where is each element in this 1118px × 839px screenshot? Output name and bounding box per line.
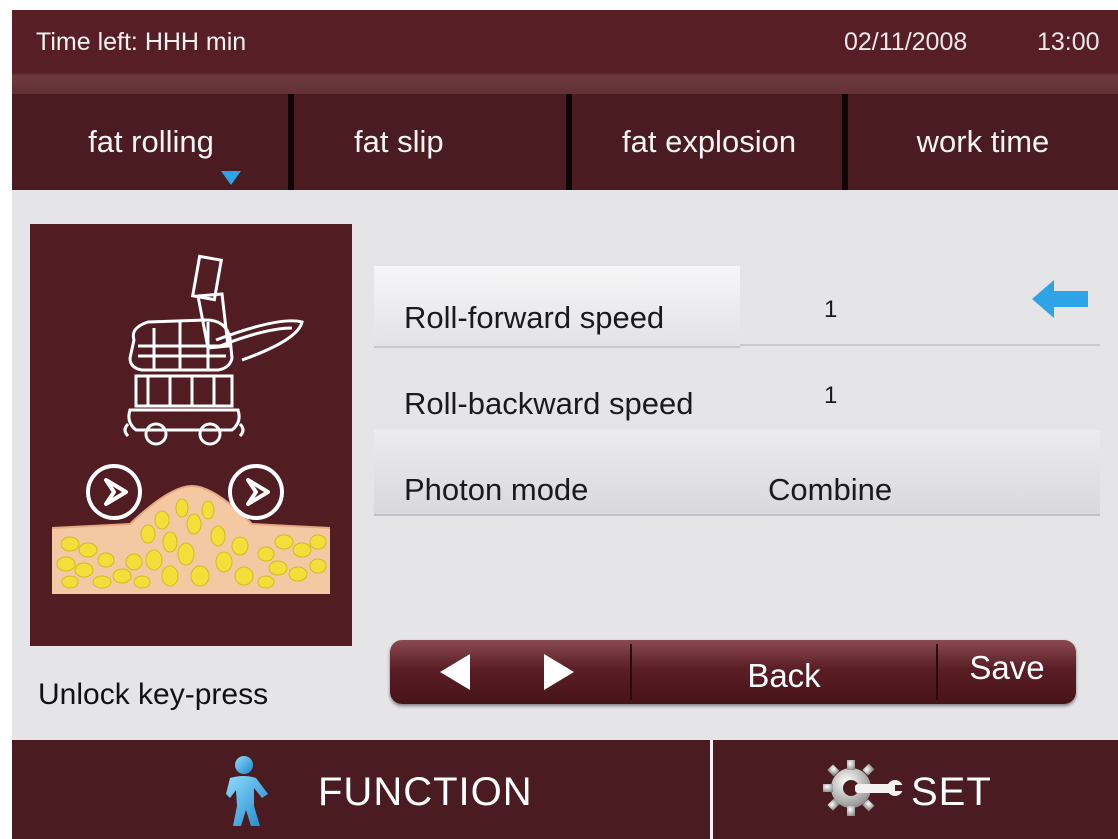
function-button[interactable]: FUNCTION [12,740,710,839]
roll-backward-speed-value[interactable]: 1 [824,382,837,410]
next-button[interactable] [510,640,630,704]
action-button-bar: Back Save [390,640,1076,704]
tab-fat-slip[interactable]: fat slip [294,94,566,190]
settings-row-divider [740,344,1100,346]
prev-button[interactable] [390,640,510,704]
unlock-key-press-label[interactable]: Unlock key-press [38,678,268,712]
set-label: SET [911,770,992,814]
clock-text: 13:00 [1037,28,1100,56]
tab-work-time[interactable]: work time [848,94,1118,190]
roll-backward-speed-label[interactable]: Roll-backward speed [404,386,693,422]
active-tab-indicator-icon [221,171,241,185]
tab-fat-rolling[interactable]: fat rolling [12,94,290,190]
bottom-navigation: FUNCTION SET [12,740,1118,839]
device-screen: Time left: HHH min 02/11/2008 13:00 fat … [12,10,1118,839]
treatment-illustration [30,224,352,646]
triangle-right-icon [544,654,574,690]
tab-fat-explosion[interactable]: fat explosion [572,94,842,190]
status-bar: Time left: HHH min 02/11/2008 13:00 [12,10,1118,94]
roller-device-illustration [51,254,331,594]
function-label: FUNCTION [318,770,533,814]
mode-tabs: fat rolling fat slip fat explosion work … [12,94,1118,190]
back-button[interactable]: Back [632,640,936,704]
set-button[interactable]: SET [713,740,1118,839]
time-left-text: Time left: HHH min [36,28,247,56]
selected-row-arrow-icon[interactable] [1030,278,1090,320]
save-button[interactable]: Save [938,640,1076,704]
photon-mode-value[interactable]: Combine [768,472,892,508]
person-icon [226,756,268,826]
gear-wrench-icon [823,760,905,816]
roll-forward-speed-label[interactable]: Roll-forward speed [404,300,664,336]
roll-forward-speed-value[interactable]: 1 [824,296,837,324]
photon-mode-label[interactable]: Photon mode [404,472,588,508]
triangle-left-icon [440,654,470,690]
date-text: 02/11/2008 [844,28,968,56]
